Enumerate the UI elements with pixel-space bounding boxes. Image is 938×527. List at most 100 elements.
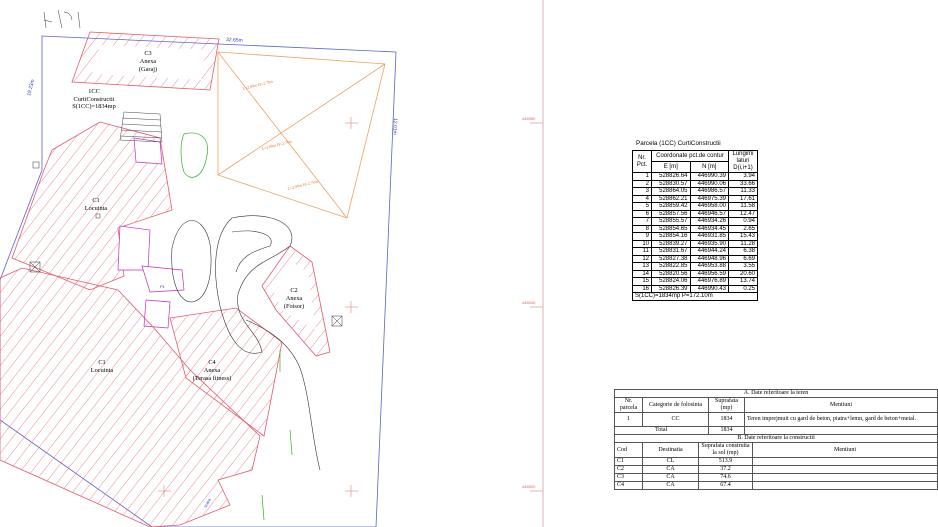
c2-use: (Foisor) (284, 303, 304, 310)
b-header-code: Cod (614, 442, 643, 459)
cell-east: 528820.56 (651, 269, 691, 278)
b-header-notes: Mentiuni (752, 442, 938, 459)
coordinate-row: 11 528831.67 446944.24 6.38 (632, 247, 758, 256)
cell-east: 528839.27 (651, 239, 691, 248)
cell-side-length: 15.43 (728, 232, 758, 241)
coordinate-row: 16 528826.39 446990.43 0.25 (632, 284, 758, 293)
cell-north: 446990.43 (689, 284, 729, 293)
cell-north: 446934.45 (689, 224, 729, 233)
coordinate-row: 6 528857.56 446946.57 12.47 (632, 209, 758, 218)
a-header-category: Categorie de folosinta (642, 397, 709, 413)
cell-point-nr: 12 (632, 254, 652, 263)
cell-east: 528822.85 (651, 262, 691, 271)
parcel-name: CurtiConstructii (74, 96, 115, 103)
cell-code: C2 (614, 465, 643, 475)
coordinate-row: 14 528820.56 446956.59 20.60 (632, 269, 758, 278)
construction-row: C2 CA 37.2 (614, 465, 938, 475)
coordinate-row: 2 528830.57 446990.06 33.66 (632, 179, 758, 188)
construction-table: B. Date referitoare la constructii Cod D… (614, 434, 938, 491)
c3-name: Anexa (140, 58, 157, 65)
cell-side-length: 12.47 (728, 209, 758, 218)
svg-text:446920: 446920 (522, 484, 536, 489)
c2-code: C2 (290, 287, 297, 294)
svg-text:L=2.00m H=2.70m: L=2.00m H=2.70m (242, 78, 274, 91)
coordinate-grid: Nr. Pct. Coordonate pct.de contur Lungim… (632, 150, 758, 301)
coordinate-rows: 1 528826.64 446990.39 3.94 2 528830.57 446990.… (632, 172, 758, 293)
cell-north: 446944.24 (689, 247, 729, 256)
c2-name: Anexa (286, 295, 303, 302)
cell-east: 528826.39 (651, 284, 691, 293)
dim-top: 32.65m (226, 37, 243, 44)
cell-side-length: 13.74 (728, 277, 758, 286)
cell-destination: CA (642, 481, 699, 491)
cell-point-nr: 1 (632, 172, 652, 181)
cell-side-length: 11.33 (728, 187, 758, 196)
a-header-area: Suprafata (mp) (708, 397, 745, 413)
svg-text:446940: 446940 (522, 300, 536, 305)
a-total-value: 1834 (708, 426, 745, 435)
cell-east: 528831.67 (651, 247, 691, 256)
svg-text:L=2.00m H=2.70m: L=2.00m H=2.70m (261, 138, 293, 151)
cell-point-nr: 6 (632, 209, 652, 218)
dim-left: 19.23m (26, 79, 36, 97)
header-point-nr: Nr. Pct. (632, 150, 652, 173)
land-table: A. Date referitoare la teren Nr. parcela… (614, 389, 938, 435)
cell-point-nr: 11 (632, 247, 652, 256)
construction-rows: C1 CL 513.9 C2 CA 37.2 C3 CA 74.6 C4 CA 67.4 (614, 457, 938, 491)
cell-side-length: 3.55 (728, 262, 758, 271)
cell-side-length: 11.28 (728, 239, 758, 248)
cell-code: C4 (614, 481, 643, 491)
section-a-title: A. Date referitoare la teren (614, 389, 938, 398)
cell-destination: CL (642, 457, 699, 467)
cell-code: C1 (614, 457, 643, 467)
cell-area: 37.2 (698, 465, 753, 475)
cell-east: 528826.64 (651, 172, 691, 181)
cell-north: 446976.89 (689, 277, 729, 286)
parcel-code: 1CC (88, 88, 100, 95)
cell-point-nr: 16 (632, 284, 652, 293)
cell-east: 528824.06 (651, 277, 691, 286)
dim-right: 12.01m (391, 118, 398, 135)
coordinate-row: 10 528839.27 446935.90 11.28 (632, 239, 758, 248)
cell-east: 528864.05 (651, 187, 691, 196)
cell-east: 528859.42 (651, 202, 691, 211)
a-header-notes: Mentiuni (744, 397, 938, 413)
a-row-nr: 1 (614, 412, 643, 427)
cell-north: 446958.00 (689, 202, 729, 211)
coordinate-row: 12 528827.38 446948.96 6.69 (632, 254, 758, 263)
cell-side-length: 2.65 (728, 224, 758, 233)
section-b-title: B. Date referitoare la constructii (614, 434, 938, 444)
svg-text:L=2.00m H=2.70m: L=2.00m H=2.70m (287, 178, 319, 191)
cell-north: 446956.59 (689, 269, 729, 278)
coordinate-row: 3 528864.05 446986.57 11.33 (632, 187, 758, 196)
cell-side-length: 17.61 (728, 194, 758, 203)
header-north: N [m] (689, 161, 729, 173)
a-total-label: Total (614, 426, 709, 435)
c1-lower-code: C1 (98, 359, 105, 366)
cell-side-length: 3.94 (728, 172, 758, 181)
cell-destination: CA (642, 465, 699, 475)
c1-lower-name: Locuinta (91, 367, 114, 374)
cell-point-nr: 8 (632, 224, 652, 233)
a-header-nr: Nr. parcela (614, 397, 643, 413)
cell-notes (752, 481, 938, 491)
cell-code: C3 (614, 473, 643, 483)
construction-row: C4 CA 67.4 (614, 481, 938, 491)
coordinate-row: 7 528855.57 446934.26 0.94 (632, 217, 758, 226)
cell-north: 446935.90 (689, 239, 729, 248)
cell-point-nr: 14 (632, 269, 652, 278)
construction-row: C1 CL 513.9 (614, 457, 938, 467)
c4-code: C4 (208, 359, 216, 366)
parcel-summary: S(1CC)=1834mp P=172.10m (632, 292, 758, 301)
construction-row: C3 CA 74.6 (614, 473, 938, 483)
cell-point-nr: 5 (632, 202, 652, 211)
cell-area: 67.4 (698, 481, 753, 491)
coordinate-row: 15 528824.06 446976.89 13.74 (632, 277, 758, 286)
parcel-area: S(1CC)=1834mp (72, 103, 115, 110)
cell-point-nr: 7 (632, 217, 652, 226)
b-header-area: Suprafata construita la sol (mp) (698, 442, 753, 459)
info-tables: A. Date referitoare la teren Nr. parcela… (614, 389, 938, 491)
coordinate-row: 5 528859.42 446958.00 11.58 (632, 202, 758, 211)
cell-area: 74.6 (698, 473, 753, 483)
coordinate-row: 4 528862.21 446975.39 17.61 (632, 194, 758, 203)
